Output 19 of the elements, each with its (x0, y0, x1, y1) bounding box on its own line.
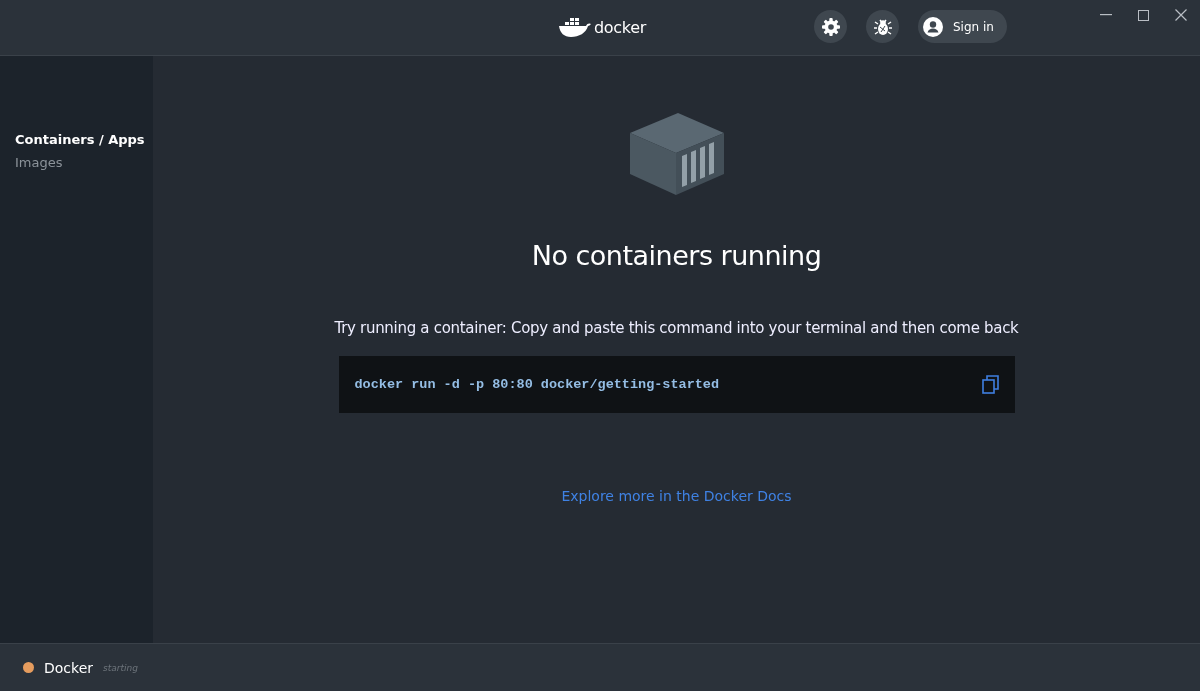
logo-wordmark: docker (594, 17, 647, 37)
troubleshoot-button[interactable] (866, 10, 899, 43)
docs-link[interactable]: Explore more in the Docker Docs (561, 488, 792, 504)
engine-state: starting (103, 662, 138, 673)
sidebar-item[interactable]: Images (0, 155, 153, 170)
settings-icon (820, 16, 841, 37)
sign-in-button[interactable]: Sign in (918, 10, 1007, 43)
user-icon (923, 16, 943, 37)
engine-name: Docker (44, 659, 94, 676)
close-icon[interactable] (1175, 9, 1187, 21)
sidebar-item[interactable]: Containers / Apps (0, 132, 153, 147)
copy-icon[interactable] (981, 375, 999, 394)
whale-icon (558, 16, 592, 38)
command-text: docker run -d -p 80:80 docker/getting-started (354, 377, 720, 392)
minimize-icon[interactable] (1100, 14, 1112, 16)
settings-button[interactable] (814, 10, 847, 43)
instruction-text: Try running a container: Copy and paste this command into your terminal and then come back (334, 319, 1019, 337)
maximize-icon[interactable] (1138, 9, 1149, 21)
empty-state-title: No containers running (531, 240, 822, 271)
